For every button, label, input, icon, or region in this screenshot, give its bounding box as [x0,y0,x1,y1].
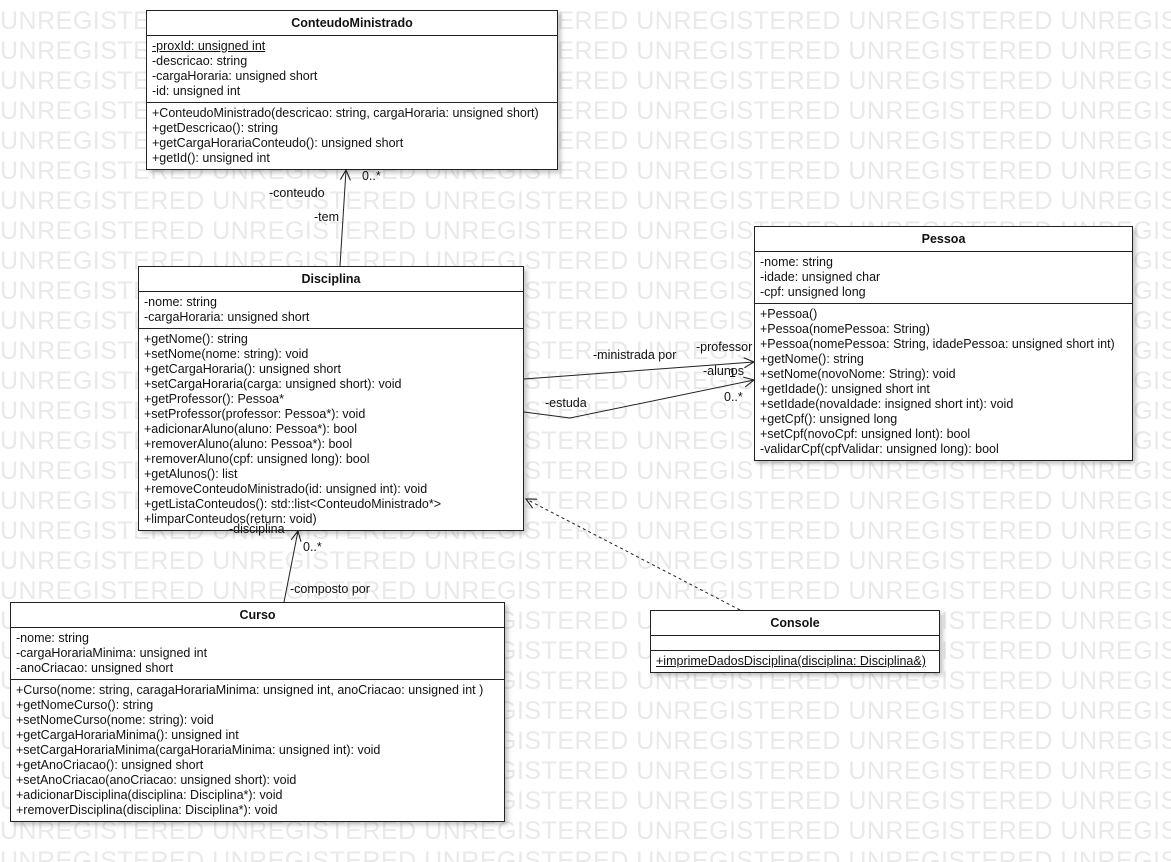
class-name: Console [651,611,939,636]
attribute-line: -cargaHoraria: unsigned short [152,69,318,83]
operation-line: +Curso(nome: string, caragaHorariaMinima… [16,683,484,697]
attribute-line: -proxId: unsigned int [152,39,266,53]
link-console-disciplina-dependency[interactable] [526,499,741,611]
attribute-line: -nome: string [16,631,89,645]
operation-line: +setNome(novoNome: String): void [760,367,956,381]
operations-compartment: +Curso(nome: string, caragaHorariaMinima… [11,680,504,821]
operation-line: +Pessoa() [760,307,818,321]
operation-line: +Pessoa(nomePessoa: String) [760,322,930,336]
label-alunos-multiplicity: 0..* [724,390,743,404]
operation-line: +adicionarDisciplina(disciplina: Discipl… [16,788,283,802]
operation-line: +setCpf(novoCpf: unsigned lont): bool [760,427,971,441]
operation-line: +adicionarAluno(aluno: Pessoa*): bool [144,422,357,436]
operation-line: +getIdade(): unsigned short int [760,382,930,396]
label-composto-por: -composto por [290,582,370,596]
attribute-line: -cargaHoraria: unsigned short [144,310,310,324]
operation-line: +getNome(): string [760,352,864,366]
operation-line: +getAlunos(): list [144,467,238,481]
attributes-compartment [651,636,939,651]
label-conteudo-multiplicity: 0..* [362,169,381,183]
attribute-line: -anoCriacao: unsigned short [16,661,174,675]
attributes-compartment: -nome: string -idade: unsigned char -cpf: … [755,252,1132,304]
operation-line: +setNome(nome: string): void [144,347,309,361]
operation-line: +getDescricao(): string [152,121,279,135]
operation-line: +getListaConteudos(): std::list<Conteudo… [144,497,442,511]
label-disciplina-multiplicity: 0..* [303,540,322,554]
operation-line: +getCargaHorariaMinima(): unsigned int [16,728,239,742]
operation-line: -validarCpf(cpfValidar: unsigned long): … [760,442,999,456]
class-pessoa[interactable]: Pessoa -nome: string -idade: unsigned char… [754,226,1133,461]
operation-line: +getNomeCurso(): string [16,698,154,712]
class-name: Curso [11,603,504,628]
class-name: Disciplina [139,267,523,292]
operation-line: +setNomeCurso(nome: string): void [16,713,214,727]
operation-line: +getNome(): string [144,332,248,346]
operation-line: +ConteudoMinistrado(descricao: string, c… [152,106,539,120]
operation-line: +removerDisciplina(disciplina: Disciplin… [16,803,278,817]
operation-line: +removerAluno(cpf: unsigned long): bool [144,452,370,466]
operation-line: +getCargaHorariaConteudo(): unsigned sho… [152,136,404,150]
operations-compartment: +imprimeDadosDisciplina(disciplina: Disc… [651,651,939,672]
class-curso[interactable]: Curso -nome: string -cargaHorariaMinima: u… [10,602,505,822]
label-estuda: -estuda [545,396,587,410]
attribute-line: -cpf: unsigned long [760,285,866,299]
attributes-compartment: -nome: string -cargaHorariaMinima: unsign… [11,628,504,680]
operation-line: +removerAluno(aluno: Pessoa*): bool [144,437,353,451]
label-ministrada-por: -ministrada por [593,348,677,362]
operation-line: +imprimeDadosDisciplina(disciplina: Disc… [656,654,926,668]
class-console[interactable]: Console +imprimeDadosDisciplina(disciplin… [650,610,940,673]
attribute-line: -nome: string [144,295,217,309]
operation-line: +getCpf(): unsigned long [760,412,898,426]
operation-line: +setCargaHorariaMinima(cargaHorariaMinim… [16,743,381,757]
attributes-compartment: -nome: string -cargaHoraria: unsigned sho… [139,292,523,329]
operation-line: +setAnoCriacao(anoCriacao: unsigned shor… [16,773,297,787]
operations-compartment: +Pessoa() +Pessoa(nomePessoa: String) +Pes… [755,304,1132,460]
label-disciplina-role: -disciplina [229,522,285,536]
attributes-compartment: -proxId: unsigned int -descricao: string -… [147,36,557,103]
operation-line: +getProfessor(): Pessoa* [144,392,284,406]
attribute-line: -cargaHorariaMinima: unsigned int [16,646,208,660]
attribute-line: -idade: unsigned char [760,270,881,284]
class-name: ConteudoMinistrado [147,11,557,36]
link-disciplina-conteudo[interactable] [339,170,346,267]
operations-compartment: +getNome(): string +setNome(nome: string)… [139,329,523,530]
operation-line: +removeConteudoMinistrado(id: unsigned i… [144,482,428,496]
label-tem: -tem [314,210,339,224]
operation-line: +getAnoCriacao(): unsigned short [16,758,204,772]
operation-line: +setIdade(novaIdade: insigned short int)… [760,397,1014,411]
label-professor-role: -professor [696,340,753,354]
class-disciplina[interactable]: Disciplina -nome: string -cargaHoraria: un… [138,266,524,531]
operation-line: +getId(): unsigned int [152,151,270,165]
label-alunos-role: -alunos [703,364,744,378]
operation-line: +setCargaHoraria(carga: unsigned short):… [144,377,402,391]
operation-line: +getCargaHoraria(): unsigned short [144,362,341,376]
operations-compartment: +ConteudoMinistrado(descricao: string, c… [147,103,557,169]
attribute-line: -descricao: string [152,54,248,68]
class-name: Pessoa [755,227,1132,252]
attribute-line: -id: unsigned int [152,84,241,98]
operation-line: +setProfessor(professor: Pessoa*): void [144,407,366,421]
attribute-line: -nome: string [760,255,833,269]
operation-line: +Pessoa(nomePessoa: String, idadePessoa:… [760,337,1115,351]
operation-line: +limparConteudos(return: void) [144,512,317,526]
class-conteudo-ministrado[interactable]: ConteudoMinistrado -proxId: unsigned int -… [146,10,558,170]
label-conteudo-role: -conteudo [269,186,325,200]
